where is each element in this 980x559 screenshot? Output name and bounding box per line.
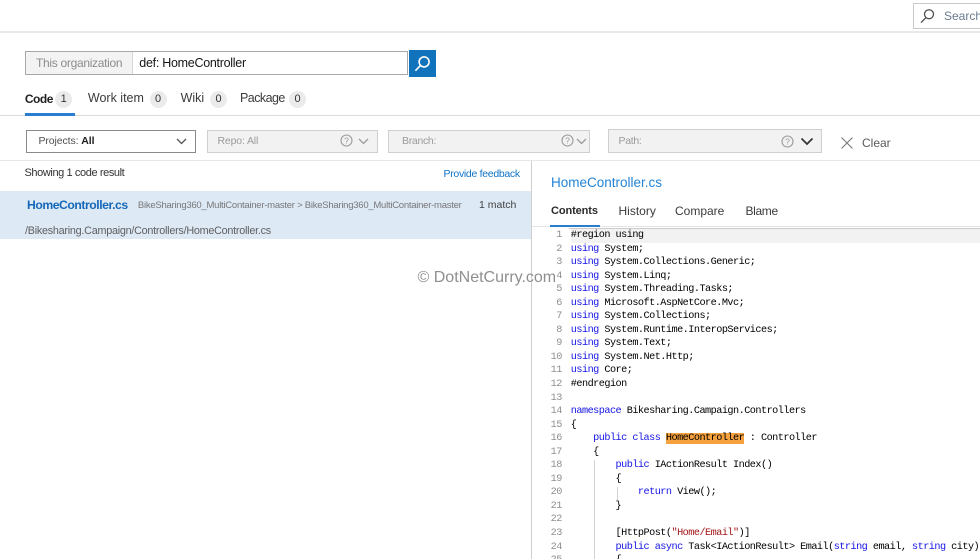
svg-text:?: ? [344, 136, 349, 146]
svg-text:?: ? [785, 137, 790, 147]
svg-text:?: ? [565, 136, 570, 146]
